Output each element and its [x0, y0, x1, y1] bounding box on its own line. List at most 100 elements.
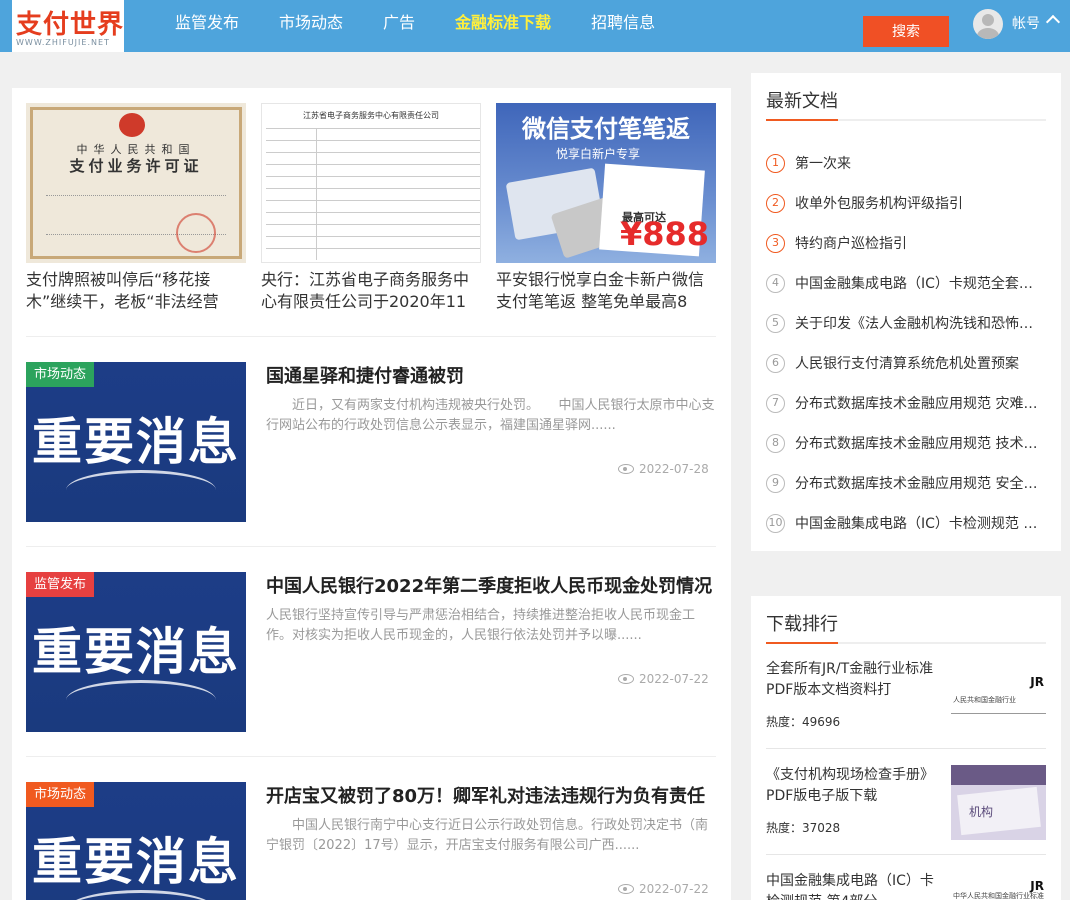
logo-text: 支付世界 — [16, 10, 125, 40]
panel-title: 下载排行 — [766, 614, 838, 635]
article-title[interactable]: 开店宝又被罚了80万！卿军礼对违法违规行为负有责任 — [266, 786, 716, 808]
list-item[interactable]: 1 第一次来 — [766, 143, 1046, 183]
list-item-label[interactable]: 关于印发《法人金融机构洗钱和恐怖融资风险管理 — [795, 313, 1046, 333]
article-title[interactable]: 国通星驿和捷付睿通被罚 — [266, 366, 716, 388]
divider — [26, 756, 716, 757]
list-item-label[interactable]: 特约商户巡检指引 — [795, 233, 1046, 253]
eye-icon — [618, 884, 634, 894]
rank-number: 6 — [766, 353, 785, 373]
article-summary: 人民银行坚持宣传引导与严肃惩治相结合，持续推进整治拒收人民币现金工作。对核实为拒… — [266, 608, 696, 643]
thumb-code: JR — [1030, 675, 1044, 689]
account-label[interactable]: 帐号 — [1012, 13, 1040, 33]
list-item-label[interactable]: 分布式数据库技术金融应用规范 技术架构 — [795, 433, 1046, 453]
table-row — [266, 200, 480, 212]
promo-headline: 微信支付笔笔返 — [522, 115, 690, 143]
document-thumbnail[interactable]: JR 人民共和国金融行业 — [951, 667, 1046, 722]
eye-icon — [618, 464, 634, 474]
banner-text: 重要消息 — [32, 833, 240, 891]
avatar-body — [977, 28, 999, 39]
article-thumbnail[interactable]: 重要消息 市场动态 — [26, 362, 246, 522]
table-row — [266, 224, 480, 236]
download-title[interactable]: 《支付机构现场检查手册》PDF版电子版下载 — [766, 765, 938, 807]
table-row — [266, 164, 480, 176]
nav-item-jobs[interactable]: 招聘信息 — [591, 0, 655, 52]
article-date: 2022-07-22 — [618, 672, 709, 686]
list-item[interactable]: 7 分布式数据库技术金融应用规范 灾难恢复要求 — [766, 383, 1046, 423]
list-item[interactable]: 6 人民银行支付清算系统危机处置预案 — [766, 343, 1046, 383]
table-row — [266, 140, 480, 152]
book-thumbnail[interactable]: 机构 — [951, 765, 1046, 840]
list-item-label[interactable]: 收单外包服务机构评级指引 — [795, 193, 1046, 213]
list-item[interactable]: 9 分布式数据库技术金融应用规范 安全技术要求 — [766, 463, 1046, 503]
divider — [26, 336, 716, 337]
list-item[interactable]: 2 收单外包服务机构评级指引 — [766, 183, 1046, 223]
promo-amount: ¥888 — [620, 215, 710, 253]
list-item[interactable]: 10 中国金融集成电路（IC）卡检测规范 全套 — [766, 503, 1046, 543]
list-item-label[interactable]: 人民银行支付清算系统危机处置预案 — [795, 353, 1046, 373]
featured-item[interactable]: 微信支付笔笔返 悦享白新户专享 最高可达 ¥888 平安银行悦享白金卡新户微信支… — [496, 103, 716, 313]
list-item[interactable]: 3 特约商户巡检指引 — [766, 223, 1046, 263]
list-item[interactable]: 5 关于印发《法人金融机构洗钱和恐怖融资风险管理 — [766, 303, 1046, 343]
nav-item-ads[interactable]: 广告 — [383, 0, 415, 52]
table-row — [266, 152, 480, 164]
nav-item-market[interactable]: 市场动态 — [279, 0, 343, 52]
stamp-icon — [176, 213, 216, 253]
latest-list: 1 第一次来 2 收单外包服务机构评级指引 3 特约商户巡检指引 4 中国金融集成电路（… — [766, 143, 1046, 543]
rank-number: 5 — [766, 313, 785, 333]
list-item-label[interactable]: 分布式数据库技术金融应用规范 灾难恢复要求 — [795, 393, 1046, 413]
list-item[interactable]: 4 中国金融集成电路（IC）卡规范全套最新版 — [766, 263, 1046, 303]
article-date: 2022-07-28 — [618, 462, 709, 476]
article-thumbnail[interactable]: 重要消息 监管发布 — [26, 572, 246, 732]
nav-item-standards-download[interactable]: 金融标准下载 — [455, 0, 551, 52]
article-item[interactable]: 重要消息 市场动态 开店宝又被罚了80万！卿军礼对违法违规行为负有责任 中国人民… — [26, 782, 716, 900]
featured-item[interactable]: 江苏省电子商务服务中心有限责任公司 央行：江苏省电子商务服务中心有限责任公司于2… — [261, 103, 481, 313]
rank-number: 7 — [766, 393, 785, 413]
article-title[interactable]: 中国人民银行2022年第二季度拒收人民币现金处罚情况 — [266, 576, 716, 598]
divider — [766, 748, 1046, 749]
category-tag[interactable]: 市场动态 — [26, 782, 95, 807]
thumb-caption: 人民共和国金融行业 — [953, 696, 1016, 704]
featured-title[interactable]: 支付牌照被叫停后“移花接木”继续干，老板“非法经营 — [26, 269, 246, 313]
list-item-label[interactable]: 中国金融集成电路（IC）卡检测规范 全套 — [795, 513, 1046, 533]
promo-thumbnail[interactable]: 微信支付笔笔返 悦享白新户专享 最高可达 ¥888 — [496, 103, 716, 263]
thumb-caption: 机构 — [969, 805, 994, 819]
table-row — [266, 188, 480, 200]
main-content: 中华人民共和国 支付业务许可证 支付牌照被叫停后“移花接木”继续干，老板“非法经… — [12, 88, 731, 900]
download-title[interactable]: 全套所有JR/T金融行业标准PDF版本文档资料打 — [766, 659, 938, 701]
nav-item-regulatory[interactable]: 监管发布 — [175, 0, 239, 52]
download-title[interactable]: 中国金融集成电路（IC）卡检测规范 第4部分 — [766, 871, 938, 900]
banner-text: 重要消息 — [32, 413, 240, 471]
panel-rule-accent — [766, 642, 838, 644]
rank-number: 1 — [766, 153, 785, 173]
list-item-label[interactable]: 中国金融集成电路（IC）卡规范全套最新版 — [795, 273, 1046, 293]
featured-item[interactable]: 中华人民共和国 支付业务许可证 支付牌照被叫停后“移花接木”继续干，老板“非法经… — [26, 103, 246, 313]
category-tag[interactable]: 市场动态 — [26, 362, 95, 387]
document-thumbnail[interactable]: 江苏省电子商务服务中心有限责任公司 — [261, 103, 481, 263]
panel-rule-accent — [766, 119, 838, 121]
rank-number: 10 — [766, 513, 785, 533]
category-tag[interactable]: 监管发布 — [26, 572, 95, 597]
download-ranking-panel: 下载排行 全套所有JR/T金融行业标准PDF版本文档资料打 热度：49696 J… — [751, 596, 1061, 900]
license-thumbnail[interactable]: 中华人民共和国 支付业务许可证 — [26, 103, 246, 263]
top-header: 支付世界 WWW.ZHIFUJIE.NET 监管发布 市场动态 广告 金融标准下… — [0, 0, 1070, 52]
featured-row: 中华人民共和国 支付业务许可证 支付牌照被叫停后“移花接木”继续干，老板“非法经… — [26, 103, 716, 313]
list-item-label[interactable]: 第一次来 — [795, 153, 1046, 173]
chevron-up-icon[interactable] — [1045, 14, 1061, 30]
article-item[interactable]: 重要消息 监管发布 中国人民银行2022年第二季度拒收人民币现金处罚情况 人民银… — [26, 572, 716, 732]
featured-title[interactable]: 平安银行悦享白金卡新户微信支付笔笔返 整笔免单最高8 — [496, 269, 716, 313]
list-item[interactable]: 8 分布式数据库技术金融应用规范 技术架构 — [766, 423, 1046, 463]
divider — [26, 546, 716, 547]
avatar-icon[interactable] — [973, 9, 1003, 39]
table-row — [266, 248, 480, 260]
list-item-label[interactable]: 分布式数据库技术金融应用规范 安全技术要求 — [795, 473, 1046, 493]
document-thumbnail[interactable]: JR 中华人民共和国金融行业标准 — [951, 871, 1046, 900]
site-logo[interactable]: 支付世界 WWW.ZHIFUJIE.NET — [12, 0, 124, 52]
banner-text: 重要消息 — [32, 623, 240, 681]
table-row — [266, 236, 480, 248]
article-thumbnail[interactable]: 重要消息 市场动态 — [26, 782, 246, 900]
featured-title[interactable]: 央行：江苏省电子商务服务中心有限责任公司于2020年11 — [261, 269, 481, 313]
panel-title: 最新文档 — [766, 91, 838, 112]
article-item[interactable]: 重要消息 市场动态 国通星驿和捷付睿通被罚 近日，又有两家支付机构违规被央行处罚… — [26, 362, 716, 522]
rank-number: 3 — [766, 233, 785, 253]
search-button[interactable]: 搜索 — [863, 16, 949, 47]
